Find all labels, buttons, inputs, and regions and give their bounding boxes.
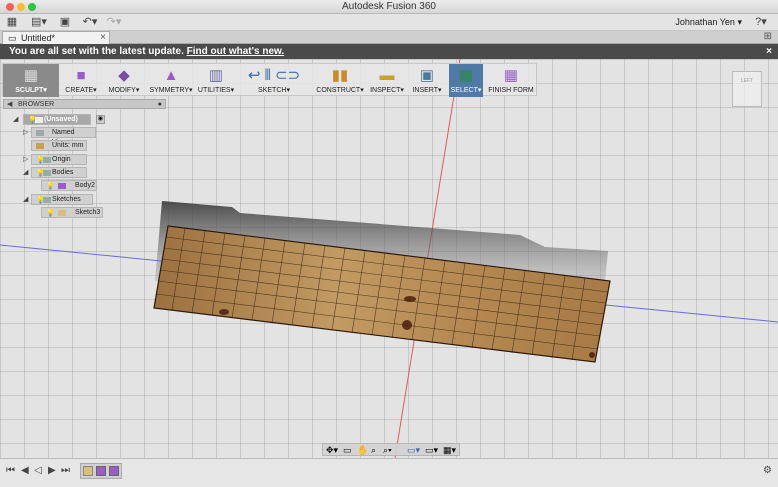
workspace-switcher[interactable]: ▦ SCULPT▾ [3,64,59,97]
expand-bodies-icon[interactable]: ◢ [23,168,28,176]
inspect-menu[interactable]: ▬ INSPECT▾ [369,64,405,97]
go-to-end-icon[interactable]: ⏭ [61,465,70,477]
viewport-canvas[interactable] [0,59,778,458]
insert-menu[interactable]: ▣ INSERT▾ [409,64,445,97]
timeline-features [80,463,122,479]
timeline-form-icon[interactable] [109,466,119,476]
main-toolbar: ▦ SCULPT▾ ■ CREATE▾ ◆ MODIFY▾ ▲ SYMMETRY… [2,63,537,97]
tree-root[interactable]: 💡 (Unsaved) [23,114,91,125]
tab-untitled[interactable]: ▭ Untitled* × [2,31,110,44]
tree-named-views[interactable]: Named Views [31,127,96,146]
display-settings-icon[interactable]: ▭▾ [407,444,420,456]
navigation-bar: ✥▾ ▭ ✋ ⌕ ⌕▾ ▭▾ ▭▾ ▦▾ [322,443,460,456]
help-icon[interactable]: ?▾ [752,16,770,29]
create-menu[interactable]: ■ CREATE▾ [63,64,99,97]
expand-root-icon[interactable]: ◢ [13,115,18,123]
window-titlebar: Autodesk Fusion 360 [0,0,778,14]
zoom-window-button[interactable] [28,3,36,11]
app-bar: ▦ ▤▾ ▣ ↶▾ ↷▾ Johnathan Yen ▾ ?▾ [0,14,778,31]
timeline-form-icon[interactable] [96,466,106,476]
sketch-icon: ↩ ⫴ ⊂⊃ [247,67,301,84]
file-menu-icon[interactable]: ▤▾ [30,16,48,29]
construct-menu[interactable]: ▮▮ CONSTRUCT▾ [315,64,365,97]
select-menu[interactable]: ▦ SELECT▾ [449,64,483,97]
symmetry-menu[interactable]: ▲ SYMMETRY▾ [147,64,195,97]
update-notification: You are all set with the latest update. … [0,44,778,59]
expand-named-views-icon[interactable]: ▷ [23,128,28,136]
timeline-bar: ⏮ ◀ ◁ ▶ ⏭ ⚙ [0,458,778,487]
document-icon [35,117,43,123]
close-window-button[interactable] [6,3,14,11]
folder-icon [43,170,51,176]
save-icon[interactable]: ▣ [59,16,71,29]
expand-origin-icon[interactable]: ▷ [23,155,28,163]
sketch-icon [58,210,66,216]
grid-menu-icon[interactable]: ▦ [6,16,18,29]
close-notification-icon[interactable]: × [766,44,772,59]
tree-body2[interactable]: 💡 Body2 [41,180,97,191]
finish-form-button[interactable]: ▦ FINISH FORM [487,64,535,97]
visibility-bulb-icon[interactable]: 💡 [46,209,55,219]
modify-icon: ◆ [118,67,130,84]
folder-icon [43,197,51,203]
visibility-bulb-icon[interactable]: 💡 [46,182,55,192]
timeline-sketch-icon[interactable] [83,466,93,476]
modify-menu[interactable]: ◆ MODIFY▾ [105,64,143,97]
document-tab-bar: ▭ Untitled* × ⊞ [0,31,778,44]
symmetry-icon: ▲ [163,67,179,84]
model-view [0,59,778,458]
tab-label: Untitled* [21,33,56,43]
zoom-icon[interactable]: ⌕ [371,444,376,456]
fit-icon[interactable]: ⌕▾ [383,444,392,456]
step-back-icon[interactable]: ◀ [21,465,29,477]
units-icon [36,143,44,149]
tree-sketches[interactable]: 💡 Sketches [31,194,93,205]
collapse-browser-icon[interactable]: ◀ [7,100,12,109]
body-icon [58,183,66,189]
notification-message: You are all set with the latest update. [9,46,184,57]
document-icon: ▭ [8,33,17,43]
utilities-menu[interactable]: ▥ UTILITIES▾ [197,64,235,97]
utilities-icon: ▥ [208,67,224,84]
timeline-settings-icon[interactable]: ⚙ [763,465,772,477]
browser-options-icon[interactable]: ● [158,100,162,109]
pan-icon[interactable]: ✋ [357,444,368,456]
inspect-icon: ▬ [379,67,395,84]
browser-title: BROWSER [18,101,55,108]
finish-form-icon: ▦ [503,67,519,84]
select-icon: ▦ [458,67,474,84]
tree-sketch3[interactable]: 💡 Sketch3 [41,207,103,218]
insert-icon: ▣ [419,67,435,84]
play-icon[interactable]: ▶ [48,465,56,477]
redo-icon[interactable]: ↷▾ [104,16,124,29]
create-box-icon: ■ [76,67,86,84]
viewports-icon[interactable]: ▦▾ [443,444,456,456]
activate-root-icon[interactable]: ◉ [96,115,105,124]
grid-settings-icon[interactable]: ▭▾ [425,444,438,456]
whats-new-link[interactable]: Find out what's new. [187,46,285,57]
look-at-icon[interactable]: ▭ [343,444,352,456]
play-back-icon[interactable]: ◁ [34,465,42,477]
tree-bodies[interactable]: 💡 Bodies [31,167,87,178]
minimize-window-button[interactable] [17,3,25,11]
orbit-icon[interactable]: ✥▾ [326,444,338,456]
view-cube[interactable]: LEFT [732,71,762,107]
sketch-menu[interactable]: ↩ ⫴ ⊂⊃ SKETCH▾ [239,64,309,97]
folder-icon [36,130,44,136]
window-title: Autodesk Fusion 360 [342,1,436,12]
expand-sketches-icon[interactable]: ◢ [23,195,28,203]
tree-units[interactable]: Units: mm [31,140,87,151]
sculpt-workspace-icon: ▦ [23,67,39,84]
view-cube-label: LEFT [740,78,754,84]
close-tab-icon[interactable]: × [100,32,106,44]
construct-icon: ▮▮ [331,67,349,84]
tree-origin[interactable]: 💡 Origin [31,154,87,165]
new-tab-icon[interactable]: ⊞ [764,31,772,42]
user-menu[interactable]: Johnathan Yen ▾ [675,16,742,29]
undo-icon[interactable]: ↶▾ [80,16,100,29]
browser-header[interactable]: ◀ BROWSER ● [3,99,166,109]
go-to-start-icon[interactable]: ⏮ [6,465,15,477]
folder-icon [43,157,51,163]
